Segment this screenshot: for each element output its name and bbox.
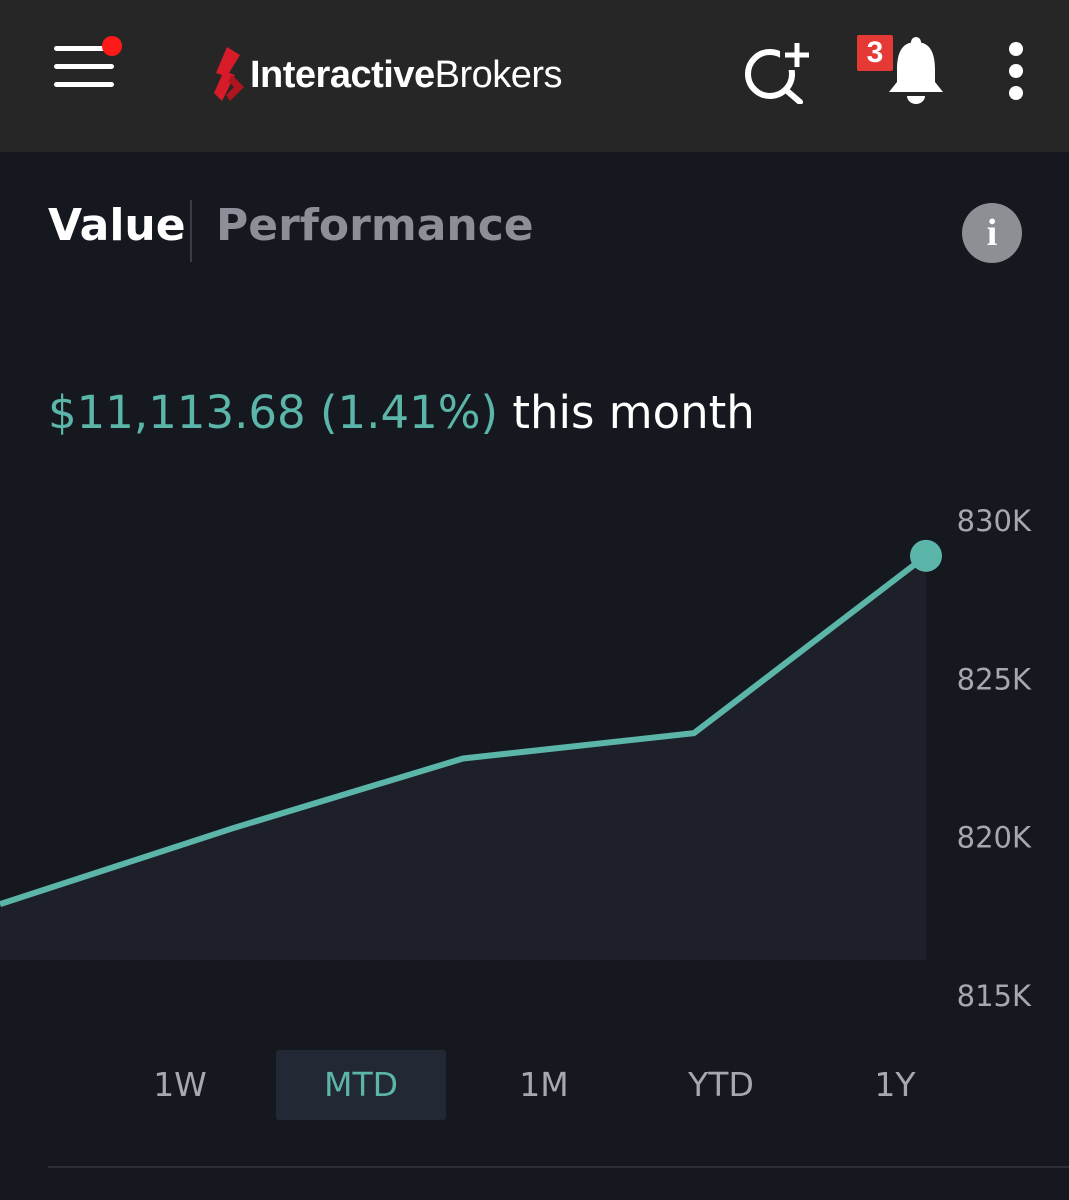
notification-badge: 3 [857,35,893,71]
menu-notification-dot [102,36,122,56]
bell-icon[interactable] [885,36,947,104]
interactive-brokers-logo: InteractiveBrokers [210,40,563,110]
info-icon[interactable]: i [962,203,1022,263]
range-ytd[interactable]: YTD [651,1050,791,1120]
logo-text-bold: Interactive [250,53,435,96]
range-1w[interactable]: 1W [120,1050,240,1120]
portfolio-value-chart: 815K 820K 825K 830K [0,504,1032,1013]
change-period: this month [512,386,755,439]
chart-latest-point [910,539,942,572]
range-1y[interactable]: 1Y [835,1050,955,1120]
kebab-menu-icon[interactable] [996,38,1036,104]
tab-divider [190,200,192,262]
hamburger-menu-icon[interactable] [44,36,128,106]
y-tick-label: 820K [957,821,1032,855]
y-tick-label: 815K [957,979,1032,1013]
y-tick-label: 825K [957,662,1032,696]
range-mtd[interactable]: MTD [276,1050,446,1120]
tab-performance[interactable]: Performance [216,200,534,251]
performance-summary: $11,113.68 (1.41%) this month [48,386,755,439]
ib-logo-mark-icon [214,47,244,101]
range-1m[interactable]: 1M [484,1050,604,1120]
top-app-bar: InteractiveBrokers 3 [0,0,1069,152]
section-divider [48,1166,1069,1168]
y-tick-label: 830K [957,504,1032,538]
tab-value[interactable]: Value [48,200,186,251]
search-add-icon[interactable] [740,40,814,105]
logo-text-regular: Brokers [434,53,563,96]
change-amount: $11,113.68 (1.41%) [48,386,499,439]
app-screen: InteractiveBrokers 3 Value Performance i… [0,0,1069,1200]
range-selector: 1W MTD 1M YTD 1Y [0,1050,1069,1120]
